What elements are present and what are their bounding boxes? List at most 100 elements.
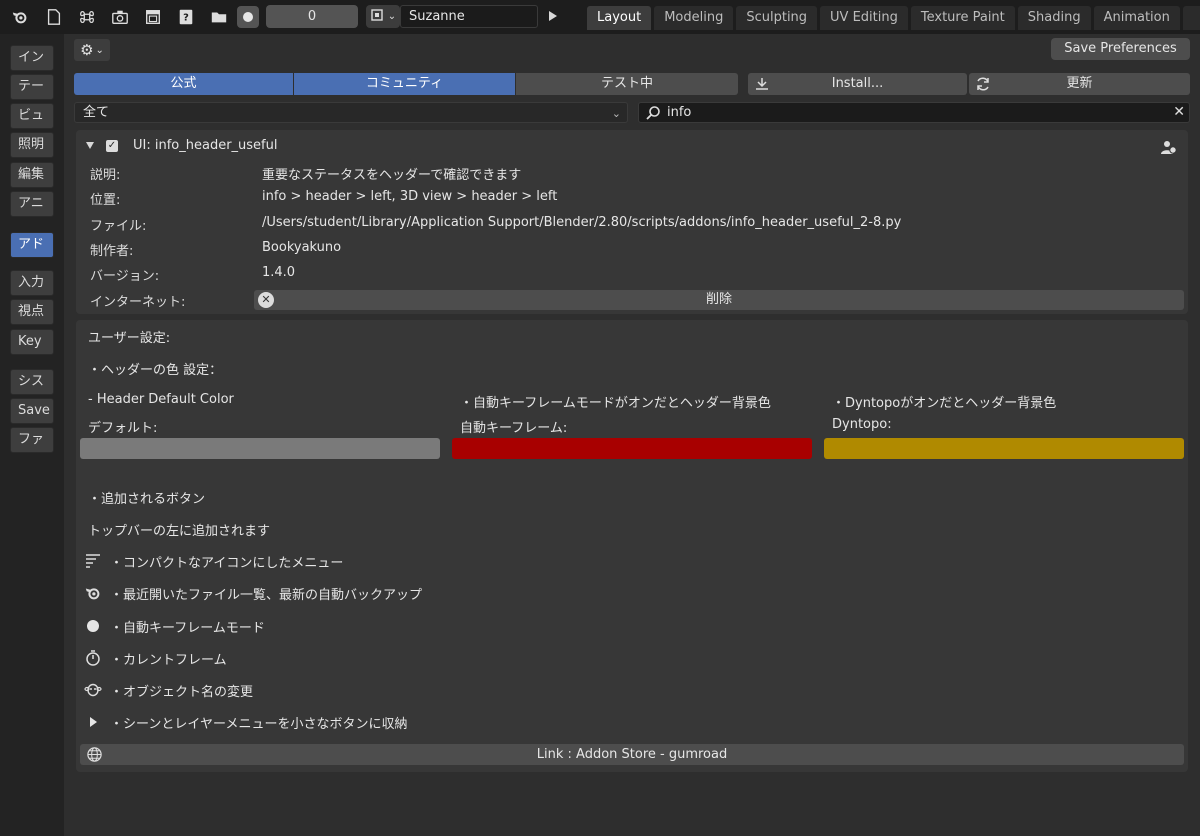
- addon-header: ✓ UI: info_header_useful: [86, 138, 277, 153]
- refresh-icon: [975, 76, 991, 92]
- addon-enable-checkbox[interactable]: ✓: [106, 139, 118, 152]
- refresh-button[interactable]: 更新: [969, 73, 1190, 95]
- sidebar-item-input[interactable]: 入力: [10, 270, 54, 296]
- header-color-heading: ・ヘッダーの色 設定：: [88, 363, 223, 378]
- filter-testing-toggle[interactable]: テスト中: [516, 73, 738, 95]
- tab-animation[interactable]: Animation: [1093, 6, 1180, 30]
- version-value: 1.4.0: [262, 265, 296, 280]
- record-dot-icon: [84, 617, 102, 635]
- workspace-tabs: Layout Modeling Sculpting UV Editing Tex…: [587, 6, 1200, 30]
- object-name-field[interactable]: Suzanne: [400, 5, 538, 28]
- sidebar-item-system[interactable]: シス: [10, 369, 54, 395]
- feature-scene-layer: ・シーンとレイヤーメニューを小さなボタンに収納: [110, 717, 408, 732]
- globe-icon: [86, 746, 103, 763]
- default-color-swatch[interactable]: [80, 438, 440, 459]
- default-color-label: デフォルト:: [88, 421, 158, 436]
- save-preferences-button[interactable]: Save Preferences: [1051, 38, 1190, 60]
- top-bar: ? 0 ⌄ Suzanne Layout Modeling Sculpting …: [0, 0, 1200, 34]
- sidebar-item-editing[interactable]: 編集: [10, 162, 54, 188]
- tab-texture-paint[interactable]: Texture Paint: [910, 6, 1015, 30]
- sidebar-item-keymap[interactable]: Key: [10, 329, 54, 355]
- feature-auto-keyframe: ・自動キーフレームモード: [110, 621, 265, 636]
- folder-icon[interactable]: [207, 5, 231, 29]
- remove-label: 削除: [705, 292, 732, 307]
- autokey-color-label: 自動キーフレーム:: [460, 421, 568, 436]
- sidebar-item-navigation[interactable]: 視点: [10, 299, 54, 325]
- gear-icon: ⚙: [80, 41, 94, 59]
- blender-logo-icon: [84, 584, 102, 602]
- chevron-down-icon: ⌄: [387, 11, 397, 22]
- tab-shading[interactable]: Shading: [1017, 6, 1091, 30]
- sidebar-item-interface[interactable]: イン: [10, 45, 54, 71]
- clear-search-icon[interactable]: ✕: [1173, 103, 1185, 122]
- sidebar-item-addons[interactable]: アド: [10, 232, 54, 258]
- filter-community-toggle[interactable]: コミュニティ: [294, 73, 516, 95]
- feature-compact-menu: ・コンパクトなアイコンにしたメニュー: [110, 556, 344, 571]
- refresh-label: 更新: [1066, 76, 1093, 91]
- object-bounds-icon: [370, 8, 384, 25]
- preferences-main: ⚙ ⌄ Save Preferences 公式 コミュニティ テスト中 Insta…: [64, 34, 1200, 836]
- expand-triangle-icon[interactable]: [86, 142, 94, 149]
- command-key-icon[interactable]: [75, 5, 99, 29]
- feature-object-name: ・オブジェクト名の変更: [110, 685, 254, 700]
- description-label: 説明:: [90, 168, 121, 183]
- window-icon[interactable]: [141, 5, 165, 29]
- category-filter-value: 全て: [83, 105, 110, 120]
- file-value: /Users/student/Library/Application Suppo…: [262, 215, 902, 230]
- addon-store-link-button[interactable]: Link : Addon Store - gumroad: [80, 744, 1184, 765]
- addon-title: UI: info_header_useful: [133, 138, 278, 153]
- compact-menu-icon: [84, 552, 102, 570]
- remove-x-icon: ✕: [258, 292, 274, 308]
- install-label: Install...: [831, 76, 884, 91]
- help-icon[interactable]: ?: [174, 5, 198, 29]
- tab-uv-editing[interactable]: UV Editing: [820, 6, 908, 30]
- tab-modeling[interactable]: Modeling: [654, 6, 734, 30]
- auto-keyframe-button[interactable]: [237, 6, 259, 28]
- file-label: ファイル:: [90, 219, 147, 234]
- internet-label: インターネット:: [90, 295, 186, 310]
- addon-preferences-panel: ユーザー設定: ・ヘッダーの色 設定： - Header Default Col…: [76, 320, 1188, 772]
- tab-layout[interactable]: Layout: [587, 6, 652, 30]
- tab-sculpting[interactable]: Sculpting: [736, 6, 818, 30]
- dyntopo-color-label: Dyntopo:: [832, 417, 892, 432]
- filter-official-toggle[interactable]: 公式: [74, 73, 294, 95]
- sidebar-item-themes[interactable]: テー: [10, 74, 54, 100]
- autokey-color-heading: ・自動キーフレームモードがオンだとヘッダー背景色: [460, 396, 771, 411]
- chevron-down-icon: ⌄: [611, 107, 621, 120]
- addon-panel: ✓ UI: info_header_useful 説明: 重要なステータスをヘッ…: [76, 130, 1188, 314]
- sidebar-item-animation[interactable]: アニ: [10, 191, 54, 217]
- link-label: Link : Addon Store - gumroad: [536, 747, 728, 762]
- current-frame-field[interactable]: 0: [266, 5, 358, 28]
- addon-search-input[interactable]: info ✕: [638, 102, 1190, 123]
- location-value: info > header > left, 3D view > header >…: [262, 189, 558, 204]
- tab-overflow[interactable]: [1182, 6, 1200, 30]
- version-label: バージョン:: [90, 269, 160, 284]
- sidebar-item-file-paths[interactable]: ファ: [10, 427, 54, 453]
- camera-icon[interactable]: [108, 5, 132, 29]
- install-button[interactable]: Install...: [748, 73, 967, 95]
- sidebar-item-viewport[interactable]: ビュ: [10, 103, 54, 129]
- remove-addon-button[interactable]: ✕ 削除: [254, 290, 1184, 310]
- object-type-dropdown[interactable]: ⌄: [366, 5, 400, 28]
- added-buttons-heading: ・追加されるボタン: [88, 492, 206, 507]
- feature-recent-files: ・最近開いたファイル一覧、最新の自動バックアップ: [110, 588, 423, 603]
- blender-logo-icon[interactable]: [8, 5, 32, 29]
- search-icon: [645, 105, 661, 121]
- default-color-heading: - Header Default Color: [88, 392, 234, 407]
- sidebar-item-lights[interactable]: 照明: [10, 132, 54, 158]
- sidebar-item-save-load[interactable]: Save: [10, 398, 54, 424]
- author-label: 制作者:: [90, 244, 134, 259]
- new-file-icon[interactable]: [42, 5, 66, 29]
- preferences-menu-button[interactable]: ⚙ ⌄: [74, 39, 110, 61]
- category-filter-dropdown[interactable]: 全て ⌄: [74, 102, 628, 123]
- stopwatch-icon: [84, 649, 102, 667]
- preferences-sidebar: イン テー ビュ 照明 編集 アニ アド 入力 視点 Key シス Save フ…: [0, 34, 64, 836]
- svg-text:?: ?: [183, 13, 189, 24]
- added-buttons-subtitle: トップバーの左に追加されます: [88, 524, 271, 539]
- autokey-color-swatch[interactable]: [452, 438, 812, 459]
- chevron-down-icon: ⌄: [95, 44, 104, 56]
- play-triangle-icon[interactable]: [549, 11, 557, 21]
- feature-current-frame: ・カレントフレーム: [110, 653, 227, 668]
- play-triangle-icon: [84, 713, 102, 731]
- dyntopo-color-swatch[interactable]: [824, 438, 1184, 459]
